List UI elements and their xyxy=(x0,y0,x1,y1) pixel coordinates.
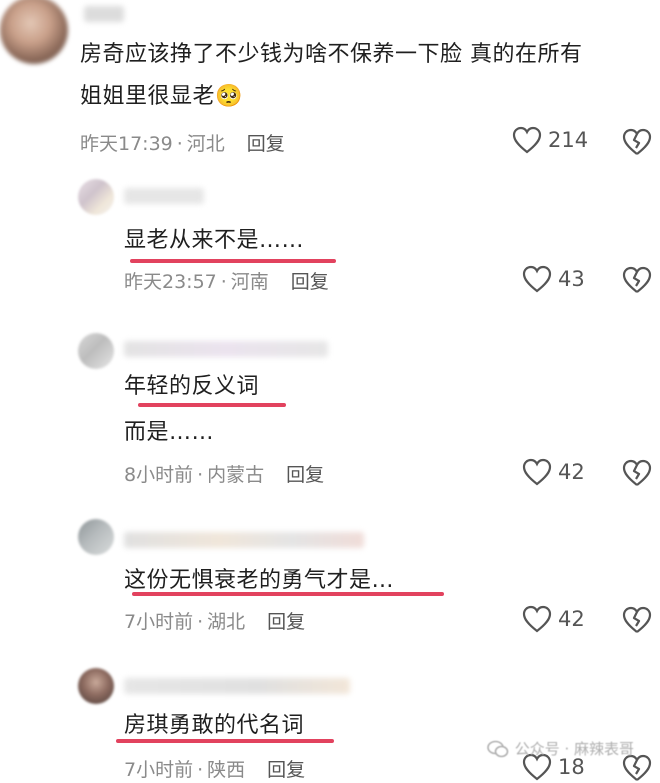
heart-icon xyxy=(522,605,552,633)
comment-text: 房琪勇敢的代名词 xyxy=(124,713,305,738)
highlight-underline xyxy=(138,403,286,407)
avatar[interactable] xyxy=(78,333,114,369)
comment-location: 河北 xyxy=(186,133,225,155)
comment-time: 昨天23:57 xyxy=(124,271,217,293)
username-blurred[interactable] xyxy=(124,188,204,204)
username-blurred[interactable] xyxy=(124,678,350,694)
comment-time: 昨天17:39 xyxy=(80,133,173,155)
username-blurred[interactable] xyxy=(124,532,364,548)
comment-text: 年轻的反义词 而是…… xyxy=(124,374,260,445)
broken-heart-icon[interactable] xyxy=(622,606,652,634)
comment-meta: 昨天17:39 · 河北 回复 xyxy=(80,133,285,155)
like-button[interactable]: 42 xyxy=(522,605,585,633)
reply-button[interactable]: 回复 xyxy=(286,464,324,486)
like-button[interactable]: 42 xyxy=(522,458,585,486)
highlight-underline xyxy=(116,739,334,743)
avatar[interactable] xyxy=(78,519,114,555)
broken-heart-icon[interactable] xyxy=(622,266,652,294)
pleading-face-emoji: 🥺 xyxy=(215,84,243,109)
reply-button[interactable]: 回复 xyxy=(247,133,285,155)
username-blurred[interactable] xyxy=(124,341,328,357)
avatar[interactable] xyxy=(78,668,114,704)
comment-time: 7小时前 xyxy=(124,759,194,781)
comment-meta: 昨天23:57 · 河南 回复 xyxy=(124,271,329,293)
comment-time: 7小时前 xyxy=(124,611,194,633)
heart-icon xyxy=(512,126,542,154)
comment-meta: 7小时前 · 陕西 回复 xyxy=(124,759,306,781)
wechat-icon xyxy=(486,740,508,757)
heart-icon xyxy=(522,458,552,486)
avatar[interactable] xyxy=(0,0,68,64)
comment-location: 陕西 xyxy=(207,759,246,781)
heart-icon xyxy=(522,265,552,293)
reply-button[interactable]: 回复 xyxy=(267,611,305,633)
comment-meta: 8小时前 · 内蒙古 回复 xyxy=(124,464,325,486)
highlight-underline xyxy=(132,592,444,596)
broken-heart-icon[interactable] xyxy=(622,459,652,487)
like-count: 42 xyxy=(558,460,585,484)
comment-location: 河南 xyxy=(230,271,269,293)
comment-location: 湖北 xyxy=(207,611,246,633)
avatar[interactable] xyxy=(78,179,114,215)
username-blurred[interactable] xyxy=(84,6,124,22)
comment-time: 8小时前 xyxy=(124,464,194,486)
broken-heart-icon[interactable] xyxy=(622,128,652,156)
comment-meta: 7小时前 · 湖北 回复 xyxy=(124,611,306,633)
highlight-underline xyxy=(130,259,336,263)
like-count: 43 xyxy=(558,267,585,291)
comment-location: 内蒙古 xyxy=(207,464,265,486)
like-count: 214 xyxy=(548,128,589,152)
reply-button[interactable]: 回复 xyxy=(267,759,305,781)
like-count: 42 xyxy=(558,607,585,631)
watermark-text: 公众号 · 麻辣表哥 xyxy=(514,740,634,758)
like-button[interactable]: 214 xyxy=(512,126,588,154)
comment-text: 房奇应该挣了不少钱为啥不保养一下脸 真的在所有 姐姐里很显老🥺 xyxy=(80,42,583,109)
like-button[interactable]: 43 xyxy=(522,265,585,293)
comment-text: 显老从来不是…… xyxy=(124,228,305,253)
watermark: 公众号 · 麻辣表哥 xyxy=(486,738,634,759)
reply-button[interactable]: 回复 xyxy=(291,271,329,293)
